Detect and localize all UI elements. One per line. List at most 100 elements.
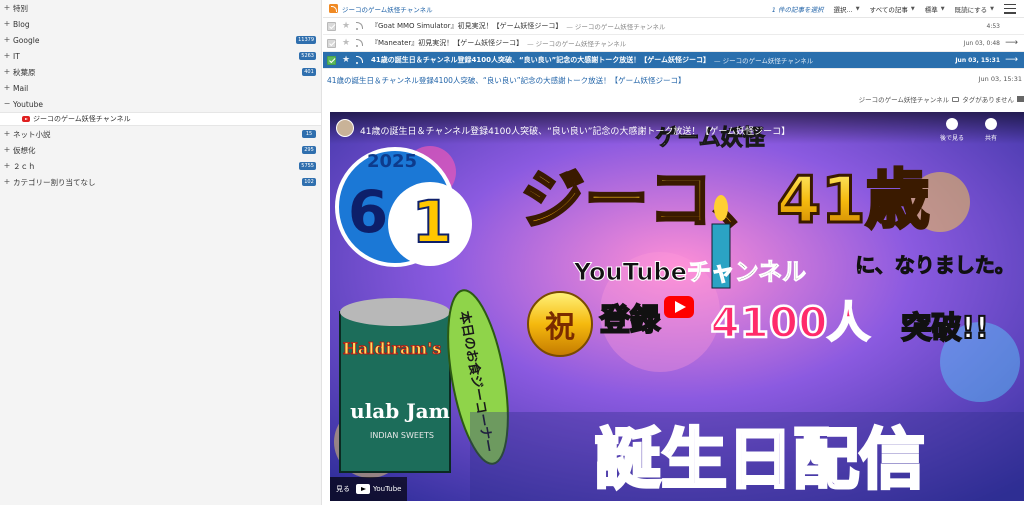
thumb-year: 2025 <box>367 151 417 172</box>
sidebar-feed-youtube-channel[interactable]: ジーコのゲーム妖怪チャンネル <box>0 112 321 126</box>
clock-icon <box>946 118 958 130</box>
star-icon[interactable]: ★ <box>342 38 352 48</box>
sidebar-item-net-novel[interactable]: + ネット小説 15 <box>0 126 321 142</box>
sidebar-item-google[interactable]: + Google 11379 <box>0 32 321 48</box>
article-date: Jun 03, 15:31 <box>955 56 1000 64</box>
expand-icon[interactable]: + <box>3 52 11 60</box>
thumb-toppa: 突破!! <box>901 311 988 346</box>
selected-count: 1 件の記事を選択 <box>771 5 824 14</box>
article-title: 『Goat MMO Simulator』初見実況！【ゲーム妖怪ジーコ】 <box>371 22 563 30</box>
article-source: — ジーコのゲーム妖怪チャンネル <box>527 40 627 48</box>
sidebar-item-label: Youtube <box>13 99 43 109</box>
unread-count-badge: 15 <box>302 130 316 138</box>
sidebar-item-label: Google <box>13 35 40 45</box>
article-source: — ジーコのゲーム妖怪チャンネル <box>714 57 814 65</box>
article-date: Jun 03, 15:31 <box>978 75 1022 83</box>
expand-icon[interactable]: + <box>3 4 11 12</box>
rss-icon[interactable] <box>356 22 364 30</box>
watch-on-youtube-button[interactable]: 見る YouTube <box>330 477 408 501</box>
sidebar-item-blog[interactable]: + Blog <box>0 16 321 32</box>
sidebar-item-label: カテゴリー割り当てなし <box>13 177 96 187</box>
feed-reader-app: + 特別 + Blog + Google 11379 + IT 5263 + 秋… <box>0 0 1024 505</box>
mark-read-label: 既読にする <box>954 5 988 14</box>
expand-icon[interactable]: + <box>3 146 11 154</box>
view-mode-dropdown[interactable]: 標準 ▼ <box>925 4 945 14</box>
article-checkbox[interactable] <box>327 38 336 48</box>
sidebar-item-youtube[interactable]: − Youtube <box>0 96 321 112</box>
star-icon[interactable]: ★ <box>342 21 352 31</box>
filter-dropdown[interactable]: すべての記事 ▼ <box>870 4 915 14</box>
thumb-month: 6 <box>348 178 388 246</box>
collapse-icon[interactable]: − <box>3 100 11 108</box>
rss-icon[interactable] <box>356 56 364 64</box>
expand-icon[interactable]: + <box>3 20 11 28</box>
youtube-logo-icon <box>356 484 370 494</box>
sidebar-item-virtualization[interactable]: + 仮想化 295 <box>0 142 321 158</box>
expand-icon[interactable]: + <box>3 36 11 44</box>
expand-icon[interactable]: + <box>3 130 11 138</box>
filter-dropdown-label: すべての記事 <box>869 5 908 14</box>
select-dropdown[interactable]: 選択... ▼ <box>833 4 859 14</box>
sidebar-item-uncategorized[interactable]: + カテゴリー割り当てなし 102 <box>0 174 321 190</box>
thumb-reg: 登録 <box>599 303 661 338</box>
sidebar-item-2ch[interactable]: + ２ｃｈ 5755 <box>0 158 321 174</box>
article-source: — ジーコのゲーム妖怪チャンネル <box>566 23 666 31</box>
hamburger-menu-icon[interactable] <box>1004 3 1016 14</box>
unread-count-badge: 295 <box>302 146 316 154</box>
view-mode-label: 標準 <box>924 5 938 14</box>
open-arrow-icon[interactable]: ⟶ <box>1005 38 1018 48</box>
thumb-count: 4100人 <box>711 298 870 347</box>
sidebar-item-label: 仮想化 <box>13 145 36 155</box>
unread-count-badge: 5755 <box>299 162 316 170</box>
thumb-product2: ulab Jam <box>350 399 450 423</box>
rss-icon <box>329 4 338 13</box>
expand-icon[interactable]: + <box>3 178 11 186</box>
feed-title[interactable]: ジーコのゲーム妖怪チャンネル <box>342 4 772 14</box>
expand-icon[interactable]: + <box>3 84 11 92</box>
expand-icon[interactable]: + <box>3 162 11 170</box>
sidebar: + 特別 + Blog + Google 11379 + IT 5263 + 秋… <box>0 0 322 505</box>
star-icon[interactable]: ★ <box>342 55 352 65</box>
share-label: 共有 <box>985 135 998 142</box>
article-checkbox[interactable] <box>327 21 336 31</box>
article-checkbox[interactable] <box>327 55 336 65</box>
tag-icon <box>952 96 960 102</box>
article-row-selected[interactable]: ★ 41歳の誕生日＆チャンネル登録4100人突破、“良い良い”記念の大感謝トーク… <box>323 52 1024 69</box>
article-title: 41歳の誕生日＆チャンネル登録4100人突破、“良い良い”記念の大感謝トーク放送… <box>371 56 711 64</box>
article-row[interactable]: ★ 『Goat MMO Simulator』初見実況！【ゲーム妖怪ジーコ】 — … <box>323 18 1024 35</box>
thumb-shuku: 祝 <box>545 310 575 345</box>
article-header: 41歳の誕生日＆チャンネル登録4100人突破、“良い良い”記念の大感謝トーク放送… <box>327 75 1024 86</box>
article-date: Jun 03, 0:48 <box>963 39 1000 47</box>
youtube-icon <box>22 116 30 122</box>
article-meta: ジーコのゲーム妖怪チャンネル タグがありません <box>327 94 1024 104</box>
folder-icon[interactable] <box>1017 96 1024 102</box>
thumb-yt-channel: YouTubeチャンネル <box>573 258 806 286</box>
sidebar-item-it[interactable]: + IT 5263 <box>0 48 321 64</box>
sidebar-item-label: Mail <box>13 83 29 93</box>
article-row[interactable]: ★ 『Maneater』初見実況！【ゲーム妖怪ジーコ】 — ジーコのゲーム妖怪チ… <box>323 35 1024 52</box>
video-overlay-title[interactable]: 41歳の誕生日＆チャンネル登録4100人突破、“良い良い”記念の大感謝トーク放送… <box>360 124 790 137</box>
thumb-product: Haldiram's <box>343 339 441 358</box>
article-date: 4:53 <box>986 22 1000 30</box>
sidebar-item-mail[interactable]: + Mail <box>0 80 321 96</box>
embedded-video[interactable]: 2025 6 1 ゲーム妖怪 ジーコ、41歳 に、なりました。 YouTubeチ… <box>330 112 1024 501</box>
chevron-down-icon: ▼ <box>855 5 860 12</box>
sidebar-item-label: ネット小説 <box>13 129 51 139</box>
chevron-down-icon: ▼ <box>990 5 994 12</box>
watch-on-label: 見る <box>336 485 350 493</box>
thumb-day: 1 <box>412 188 452 256</box>
sidebar-item-akihabara[interactable]: + 秋葉原 401 <box>0 64 321 80</box>
thumb-product3: INDIAN SWEETS <box>370 431 434 440</box>
expand-icon[interactable]: + <box>3 68 11 76</box>
article-channel: ジーコのゲーム妖怪チャンネル <box>858 96 950 104</box>
article-heading[interactable]: 41歳の誕生日＆チャンネル登録4100人突破、“良い良い”記念の大感謝トーク放送… <box>327 75 685 86</box>
rss-icon[interactable] <box>356 39 364 47</box>
sidebar-item-special[interactable]: + 特別 <box>0 0 321 16</box>
thumb-big-title: 誕生日配信 <box>595 421 925 498</box>
watch-later-button[interactable]: 後で見る <box>940 118 964 142</box>
mark-read-dropdown[interactable]: 既読にする ▼ <box>955 4 994 14</box>
thumb-became: に、なりました。 <box>855 253 1014 277</box>
channel-avatar[interactable] <box>336 119 354 137</box>
share-button[interactable]: 共有 <box>985 118 997 142</box>
open-arrow-icon[interactable]: ⟶ <box>1005 55 1018 65</box>
